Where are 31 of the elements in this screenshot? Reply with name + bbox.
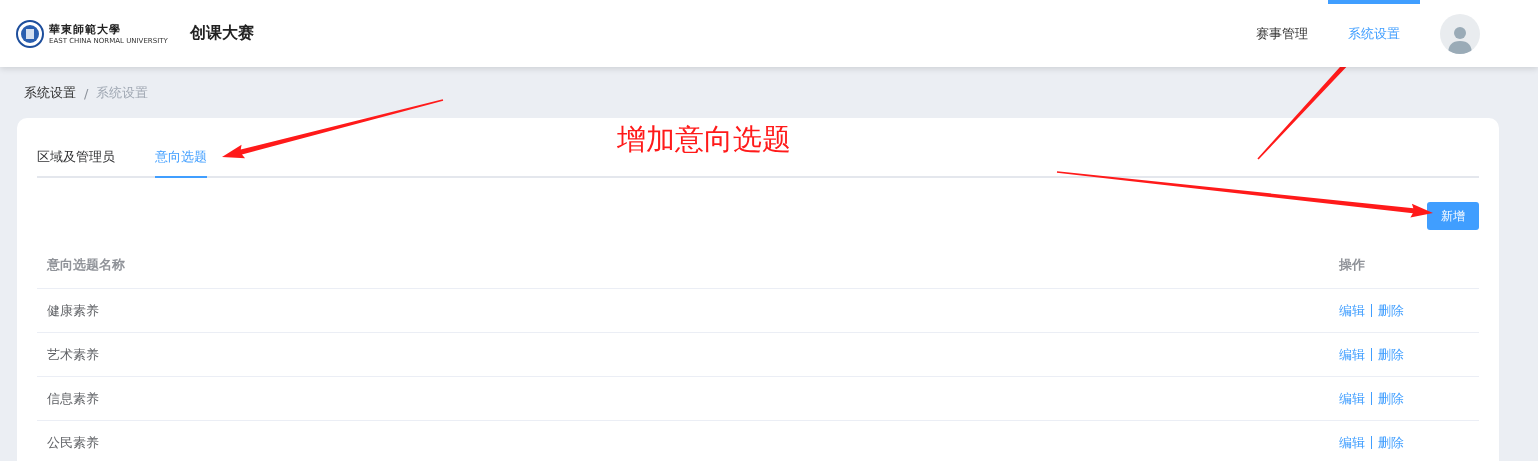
app-title: 创课大赛 (189, 23, 254, 44)
nav-item[interactable]: 系统设置 (1328, 0, 1420, 67)
breadcrumb-item[interactable]: 系统设置 (24, 84, 76, 102)
table-cell-text: 公民素养 (46, 433, 100, 452)
edit-link[interactable]: 编辑 (1339, 433, 1365, 452)
link-divider (1371, 392, 1372, 405)
tab[interactable]: 区域及管理员 (37, 136, 115, 178)
edit-link[interactable]: 编辑 (1339, 389, 1365, 408)
logo-name: 華東師範大學 (49, 22, 122, 37)
edit-link[interactable]: 编辑 (1339, 301, 1365, 320)
column-header: 操作 (1339, 256, 1366, 274)
breadcrumb-item: 系统设置 (96, 84, 149, 102)
delete-link[interactable]: 删除 (1378, 389, 1404, 408)
breadcrumb-separator: / (84, 85, 89, 101)
link-divider (1371, 304, 1372, 317)
add-button[interactable]: 新增 (1427, 202, 1479, 230)
user-avatar[interactable] (1440, 13, 1480, 54)
delete-link[interactable]: 删除 (1378, 433, 1404, 452)
edit-link[interactable]: 编辑 (1339, 345, 1365, 364)
column-header: 意向选题名称 (46, 256, 126, 274)
university-emblem-icon (16, 19, 44, 48)
link-divider (1371, 348, 1372, 361)
delete-link[interactable]: 删除 (1378, 345, 1404, 364)
nav-item[interactable]: 赛事管理 (1236, 0, 1328, 67)
link-divider (1371, 436, 1372, 449)
table-cell-text: 健康素养 (46, 301, 100, 320)
tab[interactable]: 意向选题 (155, 136, 207, 178)
delete-link[interactable]: 删除 (1378, 301, 1404, 320)
annotation-text: 增加意向选题 (617, 121, 791, 158)
table-cell-text: 艺术素养 (46, 345, 100, 364)
table-cell-text: 信息素养 (46, 389, 100, 408)
